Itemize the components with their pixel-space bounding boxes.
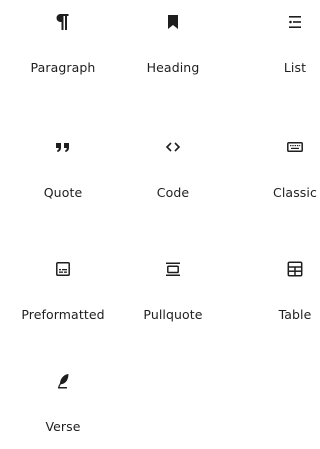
block-label: Quote (43, 185, 83, 200)
block-label: Code (156, 185, 190, 200)
block-item-pullquote[interactable]: Pullquote (118, 247, 228, 337)
preformatted-icon (51, 257, 75, 281)
list-icon (283, 10, 307, 34)
block-label: Pullquote (143, 307, 203, 322)
block-item-paragraph[interactable]: Paragraph (8, 0, 118, 90)
block-item-quote[interactable]: Quote (8, 125, 118, 215)
block-item-verse[interactable]: Verse (8, 359, 118, 449)
feather-icon (51, 369, 75, 393)
block-item-list[interactable]: List (240, 0, 320, 90)
block-label: Heading (146, 60, 200, 75)
block-item-heading[interactable]: Heading (118, 0, 228, 90)
block-item-preformatted[interactable]: Preformatted (8, 247, 118, 337)
block-inserter-grid: Paragraph Heading List Quote Code Classi… (0, 0, 317, 438)
keyboard-icon (283, 135, 307, 159)
code-icon (161, 135, 185, 159)
block-label: Table (278, 307, 312, 322)
block-item-table[interactable]: Table (240, 247, 320, 337)
block-item-code[interactable]: Code (118, 125, 228, 215)
block-label: Verse (45, 419, 81, 434)
block-label: List (283, 60, 307, 75)
block-label: Paragraph (30, 60, 96, 75)
quote-icon (51, 135, 75, 159)
table-icon (283, 257, 307, 281)
block-item-classic[interactable]: Classic (240, 125, 320, 215)
paragraph-icon (51, 10, 75, 34)
block-label: Classic (273, 185, 317, 200)
block-label: Preformatted (21, 307, 105, 322)
heading-icon (161, 10, 185, 34)
pullquote-icon (161, 257, 185, 281)
